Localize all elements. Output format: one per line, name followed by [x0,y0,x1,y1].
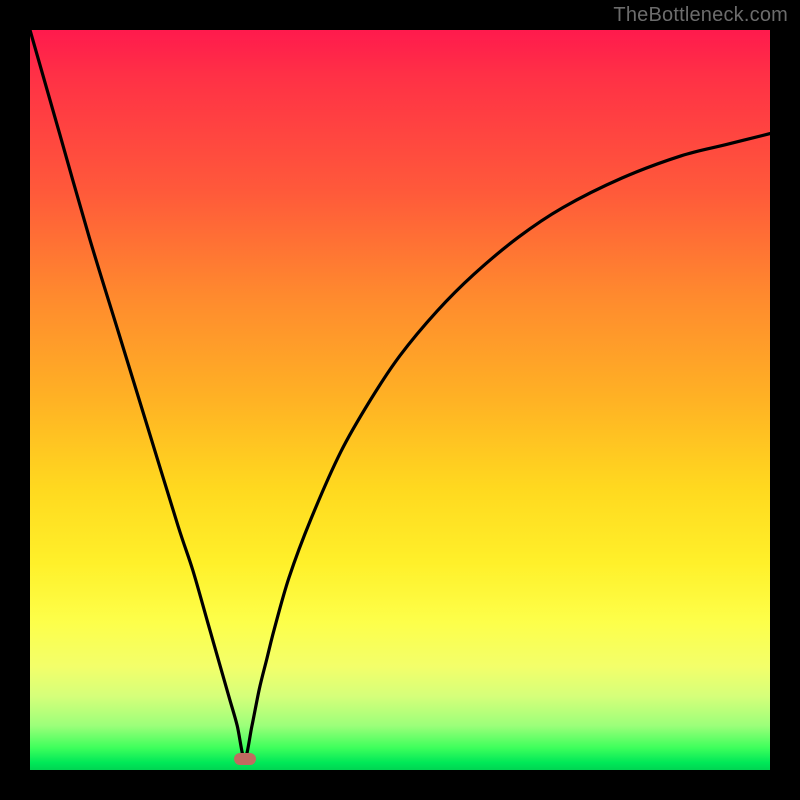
curve-path [30,30,770,759]
chart-frame: TheBottleneck.com [0,0,800,800]
plot-area [30,30,770,770]
optimal-point-marker [234,753,256,765]
bottleneck-curve [30,30,770,770]
watermark-text: TheBottleneck.com [613,4,788,27]
